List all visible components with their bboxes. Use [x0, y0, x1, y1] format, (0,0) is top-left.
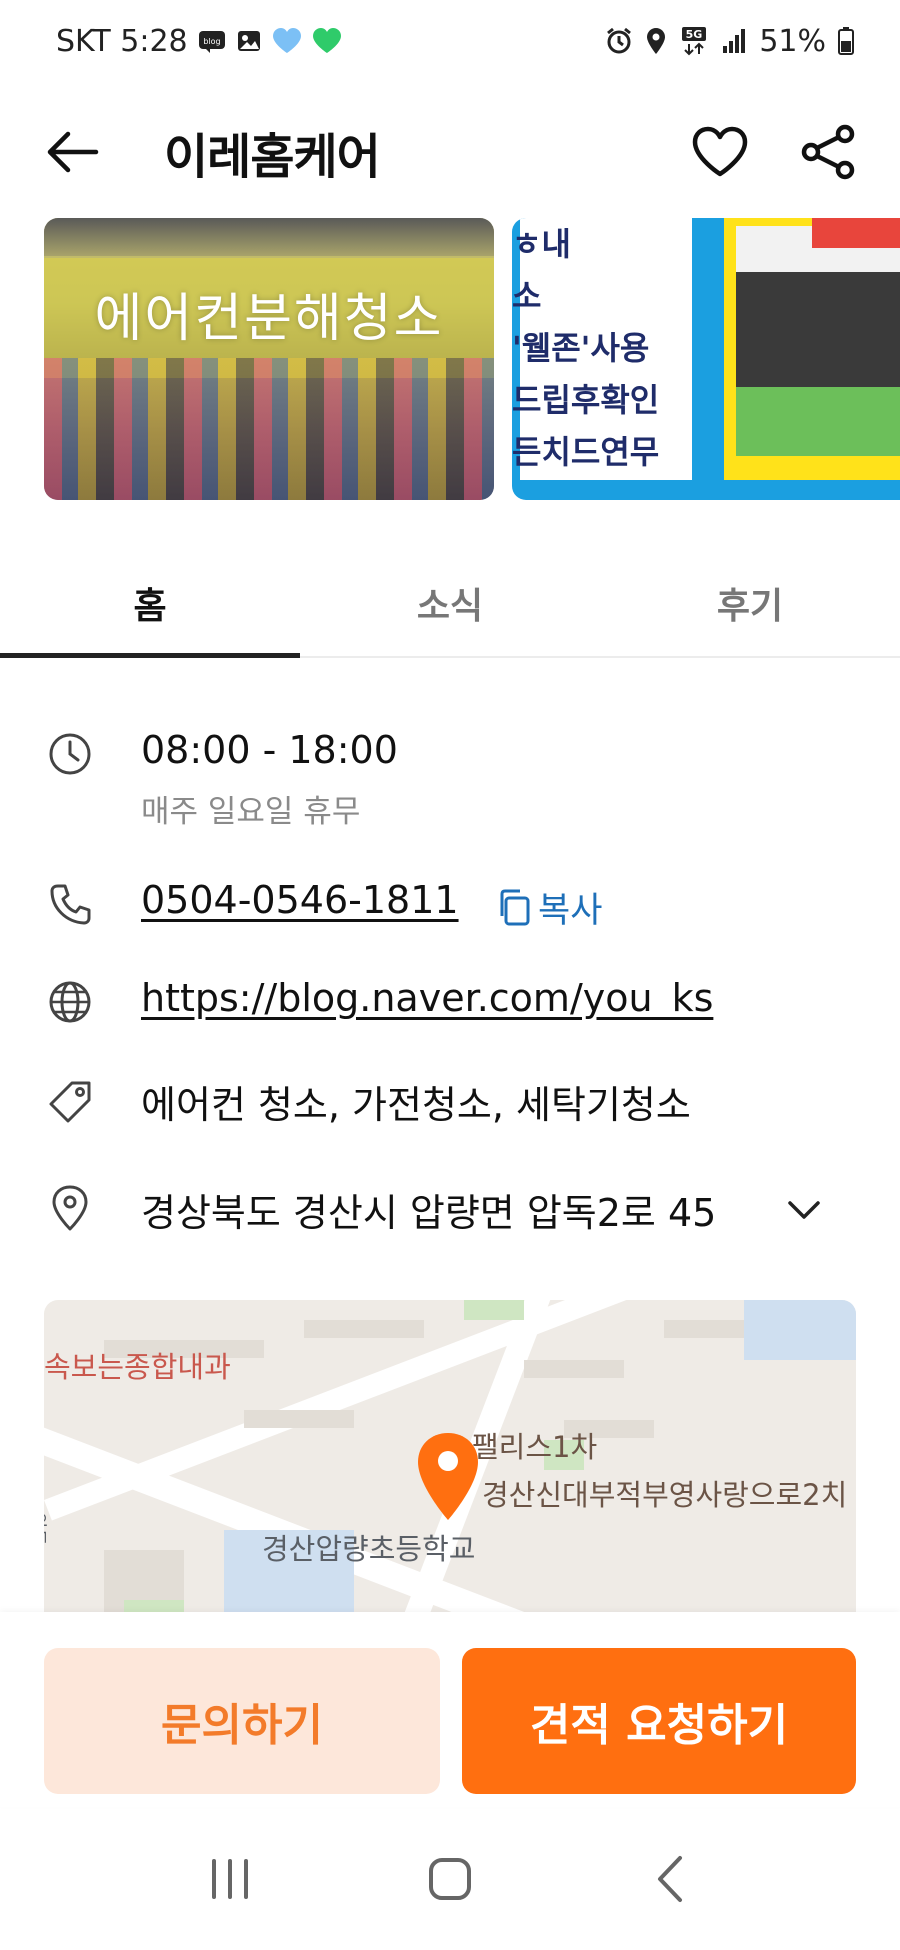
- home-icon[interactable]: [410, 1839, 490, 1919]
- map-label-road: 경산신대부적부영사랑으로2치: [482, 1478, 848, 1512]
- photo-caption: 에어컨분해청소: [94, 289, 444, 349]
- recent-apps-icon[interactable]: [190, 1839, 270, 1919]
- app-bar: 이레홈케어: [0, 82, 900, 222]
- back-arrow-icon[interactable]: [40, 120, 104, 184]
- photo-text: ㅎ내 소 '웰존'사용 드립후확인 든치드연무: [512, 225, 660, 471]
- carrier-time: SKT 5:28: [56, 23, 188, 59]
- clock-icon: [46, 730, 94, 778]
- phone-number-link[interactable]: 0504-0546-1811: [141, 878, 459, 922]
- phone-row: 0504-0546-1811 복사: [0, 878, 900, 938]
- address-row[interactable]: 경상북도 경산시 압량면 압독2로 45: [0, 1182, 900, 1242]
- tab-news[interactable]: 소식: [300, 550, 600, 656]
- tab-bar: 홈 소식 후기: [0, 550, 900, 658]
- photo-service-info[interactable]: ㅎ내 소 '웰존'사용 드립후확인 든치드연무: [512, 218, 900, 500]
- copy-icon: [500, 889, 530, 925]
- tag-icon: [46, 1078, 94, 1126]
- share-icon[interactable]: [796, 120, 860, 184]
- location-pin-icon: [46, 1184, 94, 1232]
- location-map[interactable]: 속보는종합내과 팰리스1차 경산신대부적부영사랑으로2치 경산압량초등학교 압독: [44, 1300, 856, 1620]
- blog-icon: blog: [198, 29, 226, 53]
- copy-label: 복사: [538, 891, 603, 931]
- closed-days: 매주 일요일 휴무: [141, 794, 361, 830]
- green-heart-icon: [312, 28, 342, 54]
- system-nav-bar: [0, 1808, 900, 1950]
- page-title: 이레홈케어: [164, 129, 381, 185]
- map-label-school: 경산압량초등학교: [262, 1532, 476, 1566]
- alarm-icon: [605, 27, 633, 55]
- inquiry-button[interactable]: 문의하기: [44, 1648, 440, 1794]
- tags-row: 에어컨 청소, 가전청소, 세탁기청소: [0, 1074, 900, 1134]
- blue-heart-icon: [272, 28, 302, 54]
- request-quote-button[interactable]: 견적 요청하기: [462, 1648, 856, 1794]
- battery-icon: [838, 27, 854, 55]
- signal-icon: [721, 28, 747, 54]
- photo-aircon-cleaning[interactable]: 에어컨분해청소: [44, 218, 494, 500]
- website-link[interactable]: https://blog.naver.com/you_ks: [141, 976, 713, 1020]
- photo-carousel[interactable]: 에어컨분해청소 ㅎ내 소 '웰존'사용 드립후확인 든치드연무: [0, 218, 900, 503]
- action-bar: 문의하기 견적 요청하기: [0, 1612, 900, 1807]
- phone-icon: [46, 880, 94, 928]
- website-row: https://blog.naver.com/you_ks: [0, 976, 900, 1036]
- gallery-icon: [236, 29, 262, 53]
- back-icon[interactable]: [630, 1839, 710, 1919]
- map-label-clinic: 속보는종합내과: [44, 1350, 231, 1384]
- status-bar: SKT 5:28 blog 5G 51%: [0, 0, 900, 82]
- globe-icon: [46, 978, 94, 1026]
- copy-button[interactable]: 복사: [496, 882, 602, 933]
- address-text: 경상북도 경산시 압량면 압독2로 45: [141, 1191, 717, 1235]
- tab-reviews[interactable]: 후기: [600, 550, 900, 656]
- map-label-street: 압독: [44, 1512, 48, 1546]
- map-pin-icon: [418, 1433, 478, 1520]
- chevron-down-icon[interactable]: [784, 1190, 824, 1230]
- svg-text:blog: blog: [203, 37, 220, 46]
- battery-percent: 51%: [759, 23, 826, 59]
- service-tags: 에어컨 청소, 가전청소, 세탁기청소: [141, 1083, 691, 1127]
- map-label-apartment: 팰리스1차: [472, 1430, 598, 1464]
- business-hours: 08:00 - 18:00: [141, 728, 398, 772]
- heart-outline-icon[interactable]: [688, 120, 752, 184]
- network-5g-icon: 5G: [679, 26, 709, 56]
- tab-home[interactable]: 홈: [0, 550, 300, 658]
- hours-row: 08:00 - 18:00 매주 일요일 휴무: [0, 728, 900, 838]
- svg-text:5G: 5G: [686, 28, 703, 41]
- location-icon: [645, 27, 667, 55]
